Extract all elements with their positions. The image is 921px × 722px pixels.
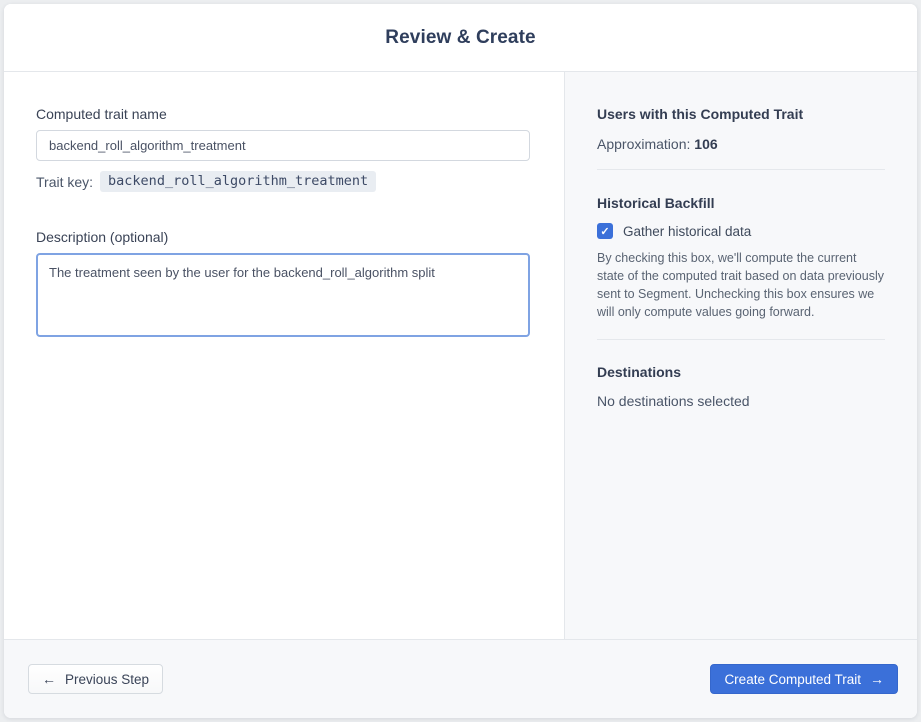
summary-panel: Users with this Computed Trait Approxima… — [564, 72, 917, 639]
checkbox-checked-icon[interactable]: ✓ — [597, 223, 613, 239]
approximation-label: Approximation: — [597, 136, 691, 152]
trait-key-row: Trait key: backend_roll_algorithm_treatm… — [36, 171, 532, 192]
gather-historical-checkbox-row[interactable]: ✓ Gather historical data — [597, 223, 885, 239]
destinations-value: No destinations selected — [597, 393, 750, 409]
trait-key-value-badge: backend_roll_algorithm_treatment — [100, 171, 377, 192]
description-label: Description (optional) — [36, 229, 169, 245]
trait-name-input[interactable] — [36, 130, 530, 161]
trait-form-panel: Computed trait name Trait key: backend_r… — [4, 72, 564, 639]
create-computed-trait-button[interactable]: Create Computed Trait → — [710, 664, 898, 694]
backfill-description: By checking this box, we'll compute the … — [597, 251, 884, 319]
section-divider — [597, 169, 885, 170]
previous-step-label: Previous Step — [65, 671, 150, 687]
users-heading: Users with this Computed Trait — [597, 106, 804, 122]
forward-arrow-icon: → — [870, 671, 884, 687]
previous-step-button[interactable]: ← Previous Step — [28, 664, 164, 694]
page-title: Review & Create — [385, 26, 536, 48]
description-textarea[interactable]: The treatment seen by the user for the b… — [36, 253, 530, 337]
approximation-line: Approximation: 106 — [597, 136, 885, 152]
description-block: Description (optional) The treatment see… — [36, 229, 532, 342]
approximation-value: 106 — [694, 136, 718, 152]
review-create-modal: Review & Create Computed trait name Trai… — [4, 4, 917, 718]
section-divider — [597, 339, 885, 340]
gather-historical-label: Gather historical data — [623, 223, 752, 239]
create-trait-label: Create Computed Trait — [724, 671, 861, 687]
back-arrow-icon: ← — [42, 671, 56, 687]
backfill-heading: Historical Backfill — [597, 195, 715, 211]
destinations-heading: Destinations — [597, 364, 682, 380]
main-content: Computed trait name Trait key: backend_r… — [4, 72, 917, 639]
modal-header: Review & Create — [4, 4, 917, 72]
trait-name-label: Computed trait name — [36, 106, 167, 122]
modal-footer: ← Previous Step Create Computed Trait → — [4, 639, 917, 718]
trait-key-label: Trait key: — [36, 173, 94, 190]
